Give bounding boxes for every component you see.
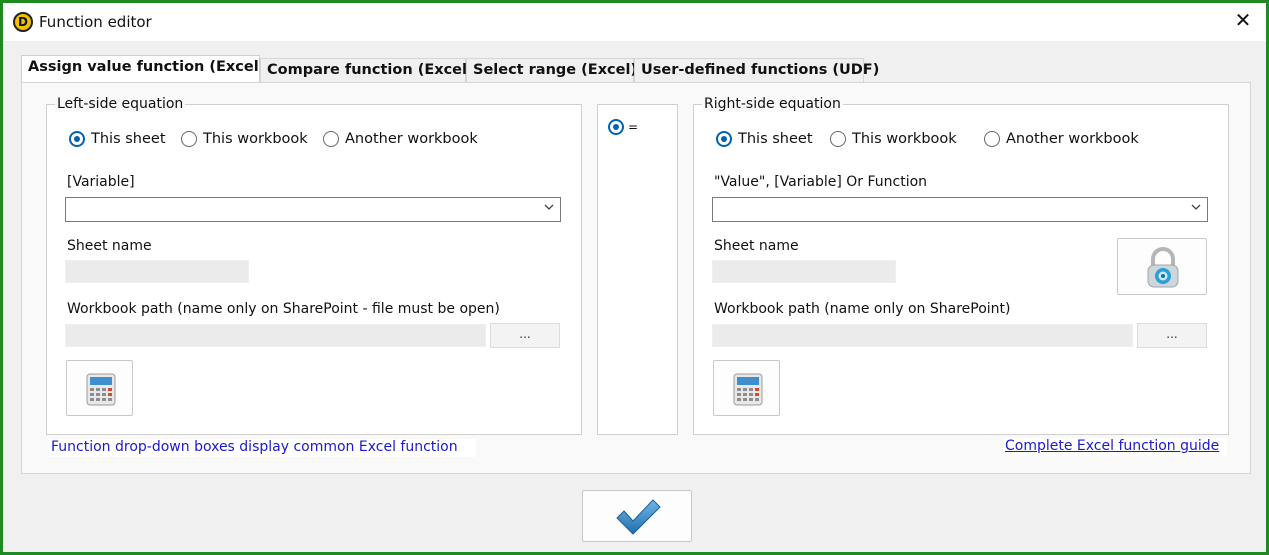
padlock-icon	[1147, 247, 1179, 288]
radio-checked-icon	[716, 131, 732, 147]
radio-unchecked-icon	[984, 131, 1000, 147]
tab-panel: Left-side equation This sheet This workb…	[21, 82, 1251, 474]
left-radio-another-workbook[interactable]: Another workbook	[323, 131, 478, 147]
radio-checked-icon	[69, 131, 85, 147]
app-logo-icon: D	[13, 12, 33, 32]
left-radio-this-workbook[interactable]: This workbook	[181, 131, 308, 147]
ok-button[interactable]	[582, 490, 692, 542]
radio-label: Another workbook	[345, 131, 478, 147]
lock-button[interactable]	[1117, 238, 1207, 295]
right-value-combobox[interactable]	[712, 197, 1208, 222]
right-workbook-path-label: Workbook path (name only on SharePoint)	[714, 301, 1011, 317]
function-dropdown-note: Function drop-down boxes display common …	[49, 439, 476, 457]
radio-label: This sheet	[738, 131, 813, 147]
right-calculator-button[interactable]	[713, 360, 780, 416]
right-group-label: Right-side equation	[702, 96, 843, 112]
left-workbook-path-label: Workbook path (name only on SharePoint -…	[67, 301, 500, 317]
tab-select-range[interactable]: Select range (Excel)	[466, 58, 637, 84]
calculator-icon	[86, 373, 116, 406]
right-radio-another-workbook[interactable]: Another workbook	[984, 131, 1139, 147]
tab-compare-function[interactable]: Compare function (Excel)	[260, 58, 474, 84]
chevron-down-icon[interactable]	[1190, 201, 1202, 216]
left-browse-button[interactable]: ...	[490, 323, 560, 348]
radio-unchecked-icon	[323, 131, 339, 147]
right-browse-button[interactable]: ...	[1137, 323, 1207, 348]
right-side-equation-group: Right-side equation This sheet This work…	[693, 96, 1229, 435]
radio-unchecked-icon	[181, 131, 197, 147]
left-side-equation-group: Left-side equation This sheet This workb…	[46, 96, 582, 435]
left-radio-this-sheet[interactable]: This sheet	[69, 131, 166, 147]
window-title: Function editor	[39, 13, 152, 31]
right-sheet-name-label: Sheet name	[714, 238, 799, 254]
right-radio-this-sheet[interactable]: This sheet	[716, 131, 813, 147]
tab-assign-value-function[interactable]: Assign value function (Excel)	[21, 55, 265, 84]
right-workbook-path-field[interactable]	[712, 324, 1133, 347]
left-sheet-name-label: Sheet name	[67, 238, 152, 254]
operator-label: =	[628, 119, 639, 134]
left-calculator-button[interactable]	[66, 360, 133, 416]
tab-user-defined-functions[interactable]: User-defined functions (UDF)	[634, 58, 879, 84]
left-group-label: Left-side equation	[55, 96, 186, 112]
calculator-icon	[733, 373, 763, 406]
radio-label: Another workbook	[1006, 131, 1139, 147]
checkmark-icon	[616, 499, 661, 535]
radio-label: This workbook	[203, 131, 308, 147]
operator-group: =	[597, 104, 678, 435]
operator-radio-equals[interactable]: =	[608, 119, 638, 135]
radio-label: This sheet	[91, 131, 166, 147]
left-sheet-name-field[interactable]	[65, 260, 249, 283]
function-editor-window: D Function editor ✕ Assign value functio…	[0, 0, 1269, 555]
left-workbook-path-field[interactable]	[65, 324, 486, 347]
right-radio-this-workbook[interactable]: This workbook	[830, 131, 957, 147]
value-label: "Value", [Variable] Or Function	[714, 174, 928, 190]
radio-checked-icon	[608, 119, 624, 135]
title-bar: D Function editor ✕	[3, 3, 1266, 41]
radio-unchecked-icon	[830, 131, 846, 147]
close-button[interactable]: ✕	[1232, 9, 1254, 31]
variable-label: [Variable]	[67, 174, 135, 190]
right-sheet-name-field[interactable]	[712, 260, 896, 283]
radio-label: This workbook	[852, 131, 957, 147]
excel-function-guide-link[interactable]: Complete Excel function guide	[1003, 438, 1228, 456]
left-variable-combobox[interactable]	[65, 197, 561, 222]
chevron-down-icon[interactable]	[543, 201, 555, 216]
